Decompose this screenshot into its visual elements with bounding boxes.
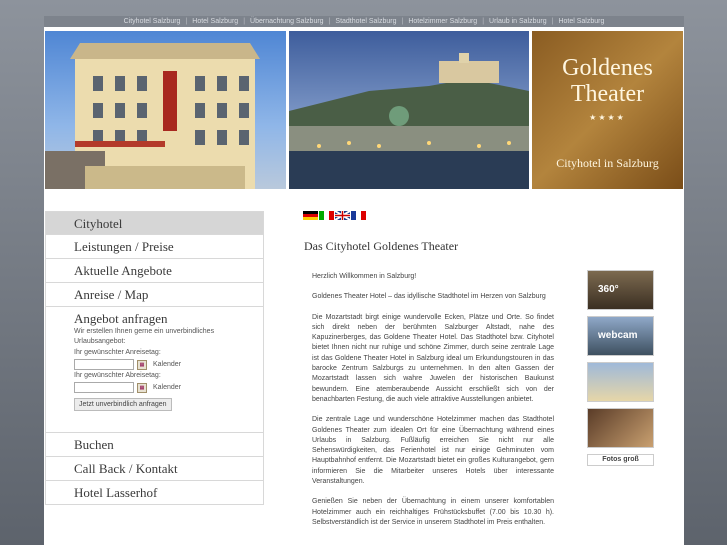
- menu-item-lasserhof[interactable]: Hotel Lasserhof: [45, 481, 264, 505]
- hotel-building-illustration: [45, 43, 260, 189]
- arrival-date-input[interactable]: [74, 359, 134, 370]
- flag-de-icon[interactable]: [303, 211, 318, 220]
- menu-item-cityhotel[interactable]: Cityhotel: [45, 211, 264, 235]
- offer-intro: Wir erstellen Ihnen gerne ein unverbindl…: [74, 328, 215, 345]
- flag-uk-icon[interactable]: [335, 211, 350, 220]
- submit-request-button[interactable]: Jetzt unverbindlich anfragen: [74, 398, 172, 411]
- brand-name-line1: Goldenes: [562, 55, 653, 81]
- flag-fr-icon[interactable]: [351, 211, 366, 220]
- body-paragraph: Die Mozartstadt birgt einige wundervolle…: [312, 313, 554, 403]
- media-thumbnails: 360° webcam Fotos groß: [587, 270, 654, 466]
- intro-text: Goldenes Theater Hotel – das idyllische …: [312, 293, 546, 301]
- thumbnail-label: 360°: [598, 284, 619, 295]
- brand-tagline: Cityhotel in Salzburg: [556, 156, 659, 170]
- flag-it-icon[interactable]: [319, 211, 334, 220]
- webcam-thumbnail[interactable]: webcam: [587, 316, 654, 356]
- brand-panel: Goldenes Theater ★★★★ Cityhotel in Salzbu…: [532, 31, 683, 189]
- main-content: Das Cityhotel Goldenes Theater Herzlich …: [304, 239, 554, 538]
- topnav-link[interactable]: Hotel Salzburg: [553, 18, 609, 25]
- topnav-link[interactable]: Hotel Salzburg: [187, 18, 243, 25]
- offer-title: Angebot anfragen: [74, 311, 168, 326]
- body-paragraph: Genießen Sie neben der Übernachtung in e…: [312, 498, 554, 526]
- topnav-link[interactable]: Urlaub in Salzburg: [484, 18, 552, 25]
- panorama-360-thumbnail[interactable]: 360°: [587, 270, 654, 310]
- topnav-link[interactable]: Hotelzimmer Salzburg: [403, 18, 482, 25]
- salzburg-night-photo: [289, 31, 529, 189]
- page-container: Goldenes Theater ★★★★ Cityhotel in Salzbu…: [44, 27, 684, 545]
- interior-photo-thumbnail[interactable]: [587, 408, 654, 448]
- brand-name-line2: Theater: [570, 81, 645, 107]
- sidebar-menu: Cityhotel Leistungen / Preise Aktuelle A…: [45, 211, 264, 505]
- menu-item-kontakt[interactable]: Call Back / Kontakt: [45, 457, 264, 481]
- calendar-link[interactable]: Kalender: [153, 384, 181, 391]
- arrival-label: Ihr gewünschter Anreisetag:: [74, 349, 161, 356]
- hotel-photo-thumbnail[interactable]: [587, 362, 654, 402]
- thumbnail-label: webcam: [598, 330, 638, 341]
- calendar-link[interactable]: Kalender: [153, 361, 181, 368]
- welcome-text: Herzlich Willkommen in Salzburg!: [312, 273, 417, 280]
- top-navigation: Cityhotel Salzburg | Hotel Salzburg | Über…: [44, 16, 684, 27]
- header-banner: Goldenes Theater ★★★★ Cityhotel in Salzbu…: [44, 30, 684, 190]
- topnav-link[interactable]: Übernachtung Salzburg: [245, 18, 329, 25]
- page-title: Das Cityhotel Goldenes Theater: [304, 239, 459, 253]
- salzburg-skyline-illustration: [289, 53, 529, 189]
- hotel-facade-photo: [45, 31, 286, 189]
- photos-large-link[interactable]: Fotos groß: [587, 454, 654, 466]
- language-flags: [303, 211, 366, 220]
- menu-item-angebote[interactable]: Aktuelle Angebote: [45, 259, 264, 283]
- calendar-icon[interactable]: ▦: [137, 382, 147, 393]
- body-paragraph: Die zentrale Lage und wunderschöne Hotel…: [312, 416, 554, 486]
- departure-date-input[interactable]: [74, 382, 134, 393]
- departure-label: Ihr gewünschter Abreisetag:: [74, 372, 161, 379]
- menu-item-leistungen[interactable]: Leistungen / Preise: [45, 235, 264, 259]
- menu-item-anreise[interactable]: Anreise / Map: [45, 283, 264, 307]
- topnav-link[interactable]: Cityhotel Salzburg: [119, 18, 186, 25]
- calendar-icon[interactable]: ▦: [137, 359, 147, 370]
- offer-request-form: Angebot anfragen Wir erstellen Ihnen ger…: [45, 307, 264, 433]
- topnav-link[interactable]: Stadthotel Salzburg: [330, 18, 401, 25]
- hotel-stars: ★★★★: [589, 113, 626, 122]
- menu-item-buchen[interactable]: Buchen: [45, 433, 264, 457]
